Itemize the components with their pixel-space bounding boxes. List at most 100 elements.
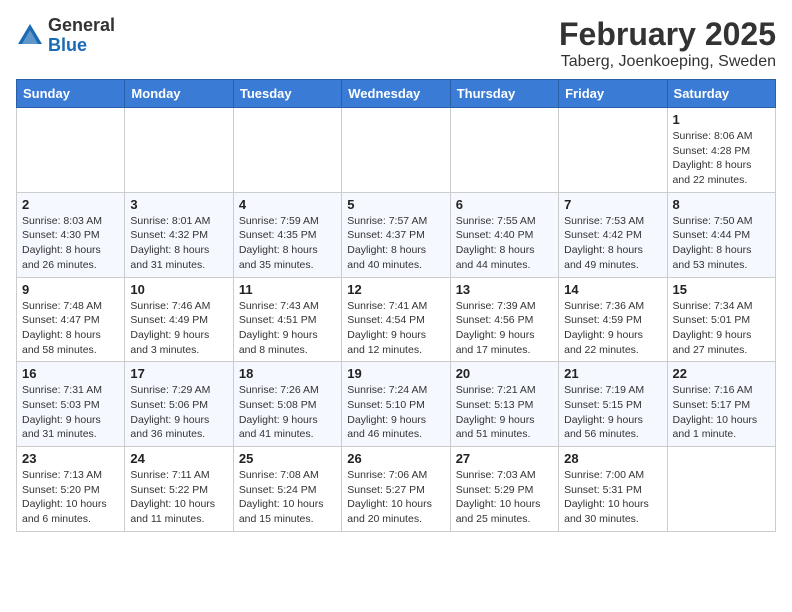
weekday-header: Saturday [667, 80, 775, 108]
calendar-day-cell: 26 Sunrise: 7:06 AM Sunset: 5:27 PM Dayli… [342, 447, 450, 532]
day-info: Sunrise: 7:55 AM Sunset: 4:40 PM Dayligh… [456, 214, 553, 273]
day-info: Sunrise: 7:03 AM Sunset: 5:29 PM Dayligh… [456, 468, 553, 527]
calendar-day-cell: 18 Sunrise: 7:26 AM Sunset: 5:08 PM Dayli… [233, 362, 341, 447]
calendar-day-cell [559, 108, 667, 193]
calendar-day-cell [17, 108, 125, 193]
weekday-header-row: SundayMondayTuesdayWednesdayThursdayFrid… [17, 80, 776, 108]
calendar-day-cell: 3 Sunrise: 8:01 AM Sunset: 4:32 PM Daylig… [125, 192, 233, 277]
calendar-day-cell: 19Sunrise: 7:24 AM Sunset: 5:10 PM Dayli… [342, 362, 450, 447]
day-info: Sunrise: 7:46 AM Sunset: 4:49 PM Dayligh… [130, 299, 227, 358]
day-number: 23 [22, 451, 119, 466]
day-info: Sunrise: 7:34 AM Sunset: 5:01 PM Dayligh… [673, 299, 770, 358]
day-info: Sunrise: 7:16 AM Sunset: 5:17 PM Dayligh… [673, 383, 770, 442]
calendar-day-cell: 5Sunrise: 7:57 AM Sunset: 4:37 PM Daylig… [342, 192, 450, 277]
calendar-day-cell: 21Sunrise: 7:19 AM Sunset: 5:15 PM Dayli… [559, 362, 667, 447]
calendar-day-cell [233, 108, 341, 193]
calendar-day-cell: 11 Sunrise: 7:43 AM Sunset: 4:51 PM Dayli… [233, 277, 341, 362]
logo-blue-text: Blue [48, 35, 87, 55]
day-info: Sunrise: 7:06 AM Sunset: 5:27 PM Dayligh… [347, 468, 444, 527]
day-info: Sunrise: 7:21 AM Sunset: 5:13 PM Dayligh… [456, 383, 553, 442]
calendar-day-cell: 12Sunrise: 7:41 AM Sunset: 4:54 PM Dayli… [342, 277, 450, 362]
calendar-week-row: 1 Sunrise: 8:06 AM Sunset: 4:28 PM Daylig… [17, 108, 776, 193]
day-number: 12 [347, 282, 444, 297]
calendar-day-cell: 25 Sunrise: 7:08 AM Sunset: 5:24 PM Dayli… [233, 447, 341, 532]
day-info: Sunrise: 7:00 AM Sunset: 5:31 PM Dayligh… [564, 468, 661, 527]
weekday-header: Tuesday [233, 80, 341, 108]
day-info: Sunrise: 8:06 AM Sunset: 4:28 PM Dayligh… [673, 129, 770, 188]
calendar-day-cell: 1 Sunrise: 8:06 AM Sunset: 4:28 PM Daylig… [667, 108, 775, 193]
day-number: 22 [673, 366, 770, 381]
calendar-day-cell: 7Sunrise: 7:53 AM Sunset: 4:42 PM Daylig… [559, 192, 667, 277]
calendar-day-cell: 24 Sunrise: 7:11 AM Sunset: 5:22 PM Dayli… [125, 447, 233, 532]
calendar-day-cell: 28 Sunrise: 7:00 AM Sunset: 5:31 PM Dayli… [559, 447, 667, 532]
calendar-day-cell: 13 Sunrise: 7:39 AM Sunset: 4:56 PM Dayli… [450, 277, 558, 362]
calendar-week-row: 9 Sunrise: 7:48 AM Sunset: 4:47 PM Daylig… [17, 277, 776, 362]
day-number: 26 [347, 451, 444, 466]
calendar-day-cell: 6Sunrise: 7:55 AM Sunset: 4:40 PM Daylig… [450, 192, 558, 277]
day-number: 11 [239, 282, 336, 297]
day-number: 28 [564, 451, 661, 466]
day-number: 19 [347, 366, 444, 381]
day-number: 16 [22, 366, 119, 381]
day-info: Sunrise: 7:48 AM Sunset: 4:47 PM Dayligh… [22, 299, 119, 358]
calendar-day-cell [342, 108, 450, 193]
calendar-day-cell: 17 Sunrise: 7:29 AM Sunset: 5:06 PM Dayli… [125, 362, 233, 447]
day-info: Sunrise: 7:13 AM Sunset: 5:20 PM Dayligh… [22, 468, 119, 527]
logo-icon [16, 22, 44, 50]
calendar-week-row: 23 Sunrise: 7:13 AM Sunset: 5:20 PM Dayli… [17, 447, 776, 532]
calendar-day-cell: 9 Sunrise: 7:48 AM Sunset: 4:47 PM Daylig… [17, 277, 125, 362]
day-number: 3 [130, 197, 227, 212]
calendar-day-cell: 2Sunrise: 8:03 AM Sunset: 4:30 PM Daylig… [17, 192, 125, 277]
weekday-header: Sunday [17, 80, 125, 108]
weekday-header: Wednesday [342, 80, 450, 108]
day-info: Sunrise: 7:26 AM Sunset: 5:08 PM Dayligh… [239, 383, 336, 442]
day-number: 8 [673, 197, 770, 212]
calendar-day-cell: 8 Sunrise: 7:50 AM Sunset: 4:44 PM Daylig… [667, 192, 775, 277]
calendar-day-cell [125, 108, 233, 193]
calendar-week-row: 2Sunrise: 8:03 AM Sunset: 4:30 PM Daylig… [17, 192, 776, 277]
day-info: Sunrise: 7:31 AM Sunset: 5:03 PM Dayligh… [22, 383, 119, 442]
day-info: Sunrise: 8:03 AM Sunset: 4:30 PM Dayligh… [22, 214, 119, 273]
calendar-day-cell [667, 447, 775, 532]
month-title: February 2025 [559, 16, 776, 53]
calendar-day-cell: 27 Sunrise: 7:03 AM Sunset: 5:29 PM Dayli… [450, 447, 558, 532]
day-number: 24 [130, 451, 227, 466]
calendar-week-row: 16 Sunrise: 7:31 AM Sunset: 5:03 PM Dayli… [17, 362, 776, 447]
weekday-header: Monday [125, 80, 233, 108]
calendar-day-cell: 23 Sunrise: 7:13 AM Sunset: 5:20 PM Dayli… [17, 447, 125, 532]
location: Taberg, Joenkoeping, Sweden [559, 53, 776, 71]
day-info: Sunrise: 7:50 AM Sunset: 4:44 PM Dayligh… [673, 214, 770, 273]
day-number: 27 [456, 451, 553, 466]
logo-text: General Blue [48, 16, 115, 56]
day-info: Sunrise: 7:08 AM Sunset: 5:24 PM Dayligh… [239, 468, 336, 527]
calendar-day-cell: 14 Sunrise: 7:36 AM Sunset: 4:59 PM Dayli… [559, 277, 667, 362]
calendar-day-cell: 10Sunrise: 7:46 AM Sunset: 4:49 PM Dayli… [125, 277, 233, 362]
day-number: 25 [239, 451, 336, 466]
day-number: 18 [239, 366, 336, 381]
day-number: 14 [564, 282, 661, 297]
day-number: 5 [347, 197, 444, 212]
day-info: Sunrise: 7:36 AM Sunset: 4:59 PM Dayligh… [564, 299, 661, 358]
title-area: February 2025 Taberg, Joenkoeping, Swede… [559, 16, 776, 71]
day-info: Sunrise: 8:01 AM Sunset: 4:32 PM Dayligh… [130, 214, 227, 273]
day-info: Sunrise: 7:29 AM Sunset: 5:06 PM Dayligh… [130, 383, 227, 442]
day-number: 17 [130, 366, 227, 381]
logo-general-text: General [48, 15, 115, 35]
day-info: Sunrise: 7:53 AM Sunset: 4:42 PM Dayligh… [564, 214, 661, 273]
day-number: 1 [673, 112, 770, 127]
calendar: SundayMondayTuesdayWednesdayThursdayFrid… [16, 79, 776, 532]
day-info: Sunrise: 7:11 AM Sunset: 5:22 PM Dayligh… [130, 468, 227, 527]
logo: General Blue [16, 16, 115, 56]
calendar-day-cell: 22 Sunrise: 7:16 AM Sunset: 5:17 PM Dayli… [667, 362, 775, 447]
calendar-day-cell: 15 Sunrise: 7:34 AM Sunset: 5:01 PM Dayli… [667, 277, 775, 362]
day-number: 20 [456, 366, 553, 381]
day-info: Sunrise: 7:39 AM Sunset: 4:56 PM Dayligh… [456, 299, 553, 358]
day-number: 15 [673, 282, 770, 297]
day-number: 13 [456, 282, 553, 297]
weekday-header: Thursday [450, 80, 558, 108]
day-number: 9 [22, 282, 119, 297]
calendar-day-cell: 4Sunrise: 7:59 AM Sunset: 4:35 PM Daylig… [233, 192, 341, 277]
day-info: Sunrise: 7:43 AM Sunset: 4:51 PM Dayligh… [239, 299, 336, 358]
day-number: 21 [564, 366, 661, 381]
header: General Blue February 2025 Taberg, Joenk… [16, 16, 776, 71]
